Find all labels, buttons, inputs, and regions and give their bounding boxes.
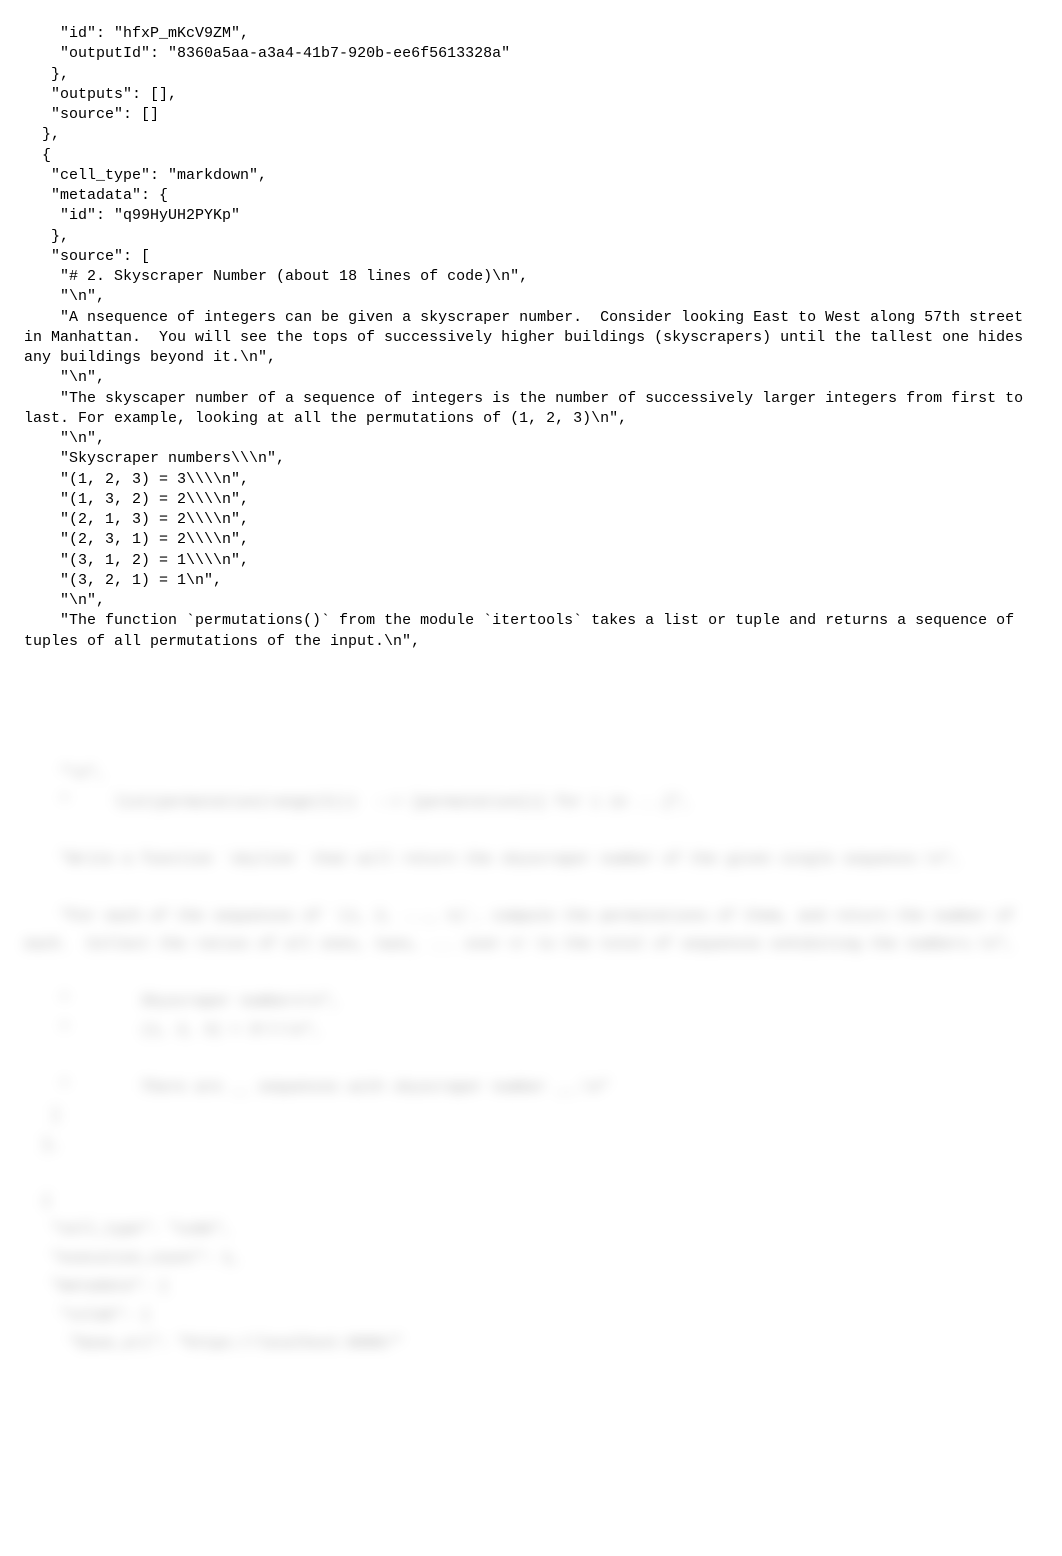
document-page: "id": "hfxP_mKcV9ZM", "outputId": "8360a…: [0, 0, 1062, 1556]
code-block: "id": "hfxP_mKcV9ZM", "outputId": "8360a…: [0, 0, 1062, 652]
blurred-hidden-content: "\n", " list(permutation(range(3))) --> …: [24, 760, 1038, 1360]
